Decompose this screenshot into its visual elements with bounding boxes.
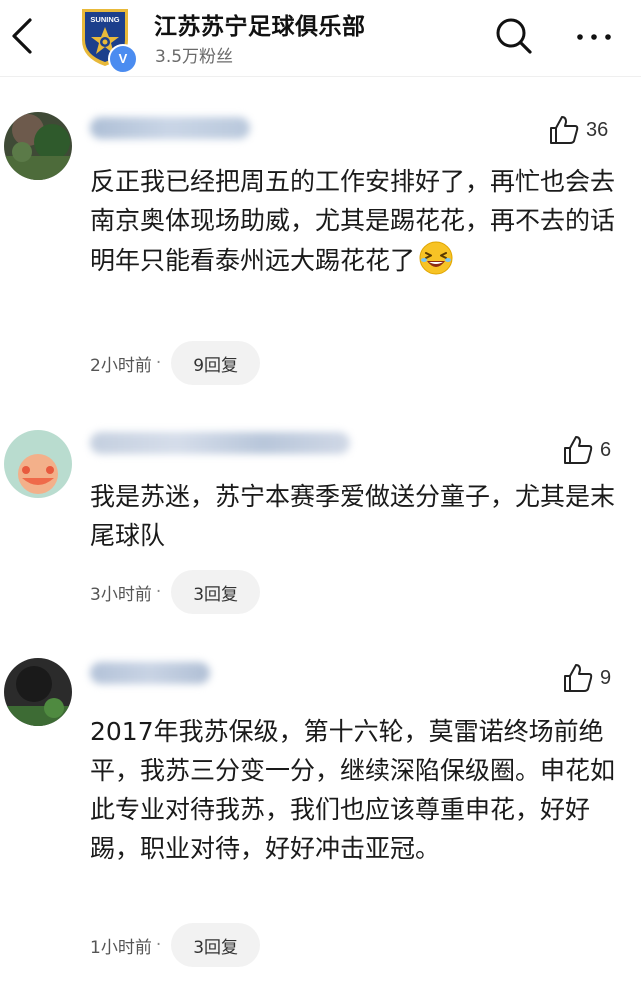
comment-time: 2小时前 — [90, 355, 152, 376]
chevron-left-icon — [12, 18, 32, 54]
thumbs-up-icon — [564, 664, 593, 692]
top-bar: SUNING V 江苏苏宁足球俱乐部 3.5万粉丝 — [0, 0, 641, 77]
club-name[interactable]: 江苏苏宁足球俱乐部 — [154, 7, 366, 41]
reply-count-button[interactable]: 9回复 — [171, 341, 261, 385]
username-blurred[interactable] — [90, 662, 210, 684]
reply-count-button[interactable]: 3回复 — [171, 923, 261, 967]
like-button[interactable]: 9 — [562, 661, 611, 695]
thumbs-up-icon — [550, 116, 579, 144]
reply-count-button[interactable]: 3回复 — [171, 570, 261, 614]
like-button[interactable]: 6 — [562, 433, 611, 467]
avatar[interactable] — [4, 430, 72, 498]
more-icon — [577, 34, 611, 40]
search-button[interactable] — [494, 16, 534, 56]
avatar[interactable] — [4, 112, 72, 180]
comment-meta: 1小时前 · 3回复 — [90, 923, 261, 967]
meta-separator: · — [155, 935, 162, 955]
like-count: 36 — [586, 118, 609, 141]
comment-text: 我是苏迷，苏宁本赛季爱做送分童子，尤其是末尾球队 — [90, 482, 616, 550]
more-button[interactable] — [572, 22, 616, 52]
comment-text: 反正我已经把周五的工作安排好了，再忙也会去南京奥体现场助威，尤其是踢花花，再不去… — [90, 162, 620, 280]
username-blurred[interactable] — [90, 432, 350, 454]
meta-separator: · — [155, 582, 162, 602]
like-count: 6 — [600, 438, 612, 461]
meta-separator: · — [155, 353, 162, 373]
comment-time: 1小时前 — [90, 937, 152, 958]
thumbs-up-icon — [564, 436, 593, 464]
comment-meta: 3小时前 · 3回复 — [90, 570, 261, 614]
logo-text: SUNING — [90, 15, 119, 24]
username-blurred[interactable] — [90, 117, 250, 139]
comment-text: 2017年我苏保级，第十六轮，莫雷诺终场前绝平，我苏三分变一分，继续深陷保级圈。… — [90, 717, 616, 863]
back-button[interactable] — [2, 12, 42, 60]
search-icon — [496, 18, 532, 54]
like-button[interactable]: 36 — [548, 113, 608, 147]
comment-body: 反正我已经把周五的工作安排好了，再忙也会去南京奥体现场助威，尤其是踢花花，再不去… — [90, 167, 616, 275]
verified-badge: V — [108, 44, 138, 74]
like-count: 9 — [600, 666, 612, 689]
comment-time: 3小时前 — [90, 584, 152, 605]
follower-count: 3.5万粉丝 — [155, 47, 234, 67]
avatar[interactable] — [4, 658, 72, 726]
comment-meta: 2小时前 · 9回复 — [90, 341, 261, 385]
laughing-emoji — [418, 240, 454, 276]
